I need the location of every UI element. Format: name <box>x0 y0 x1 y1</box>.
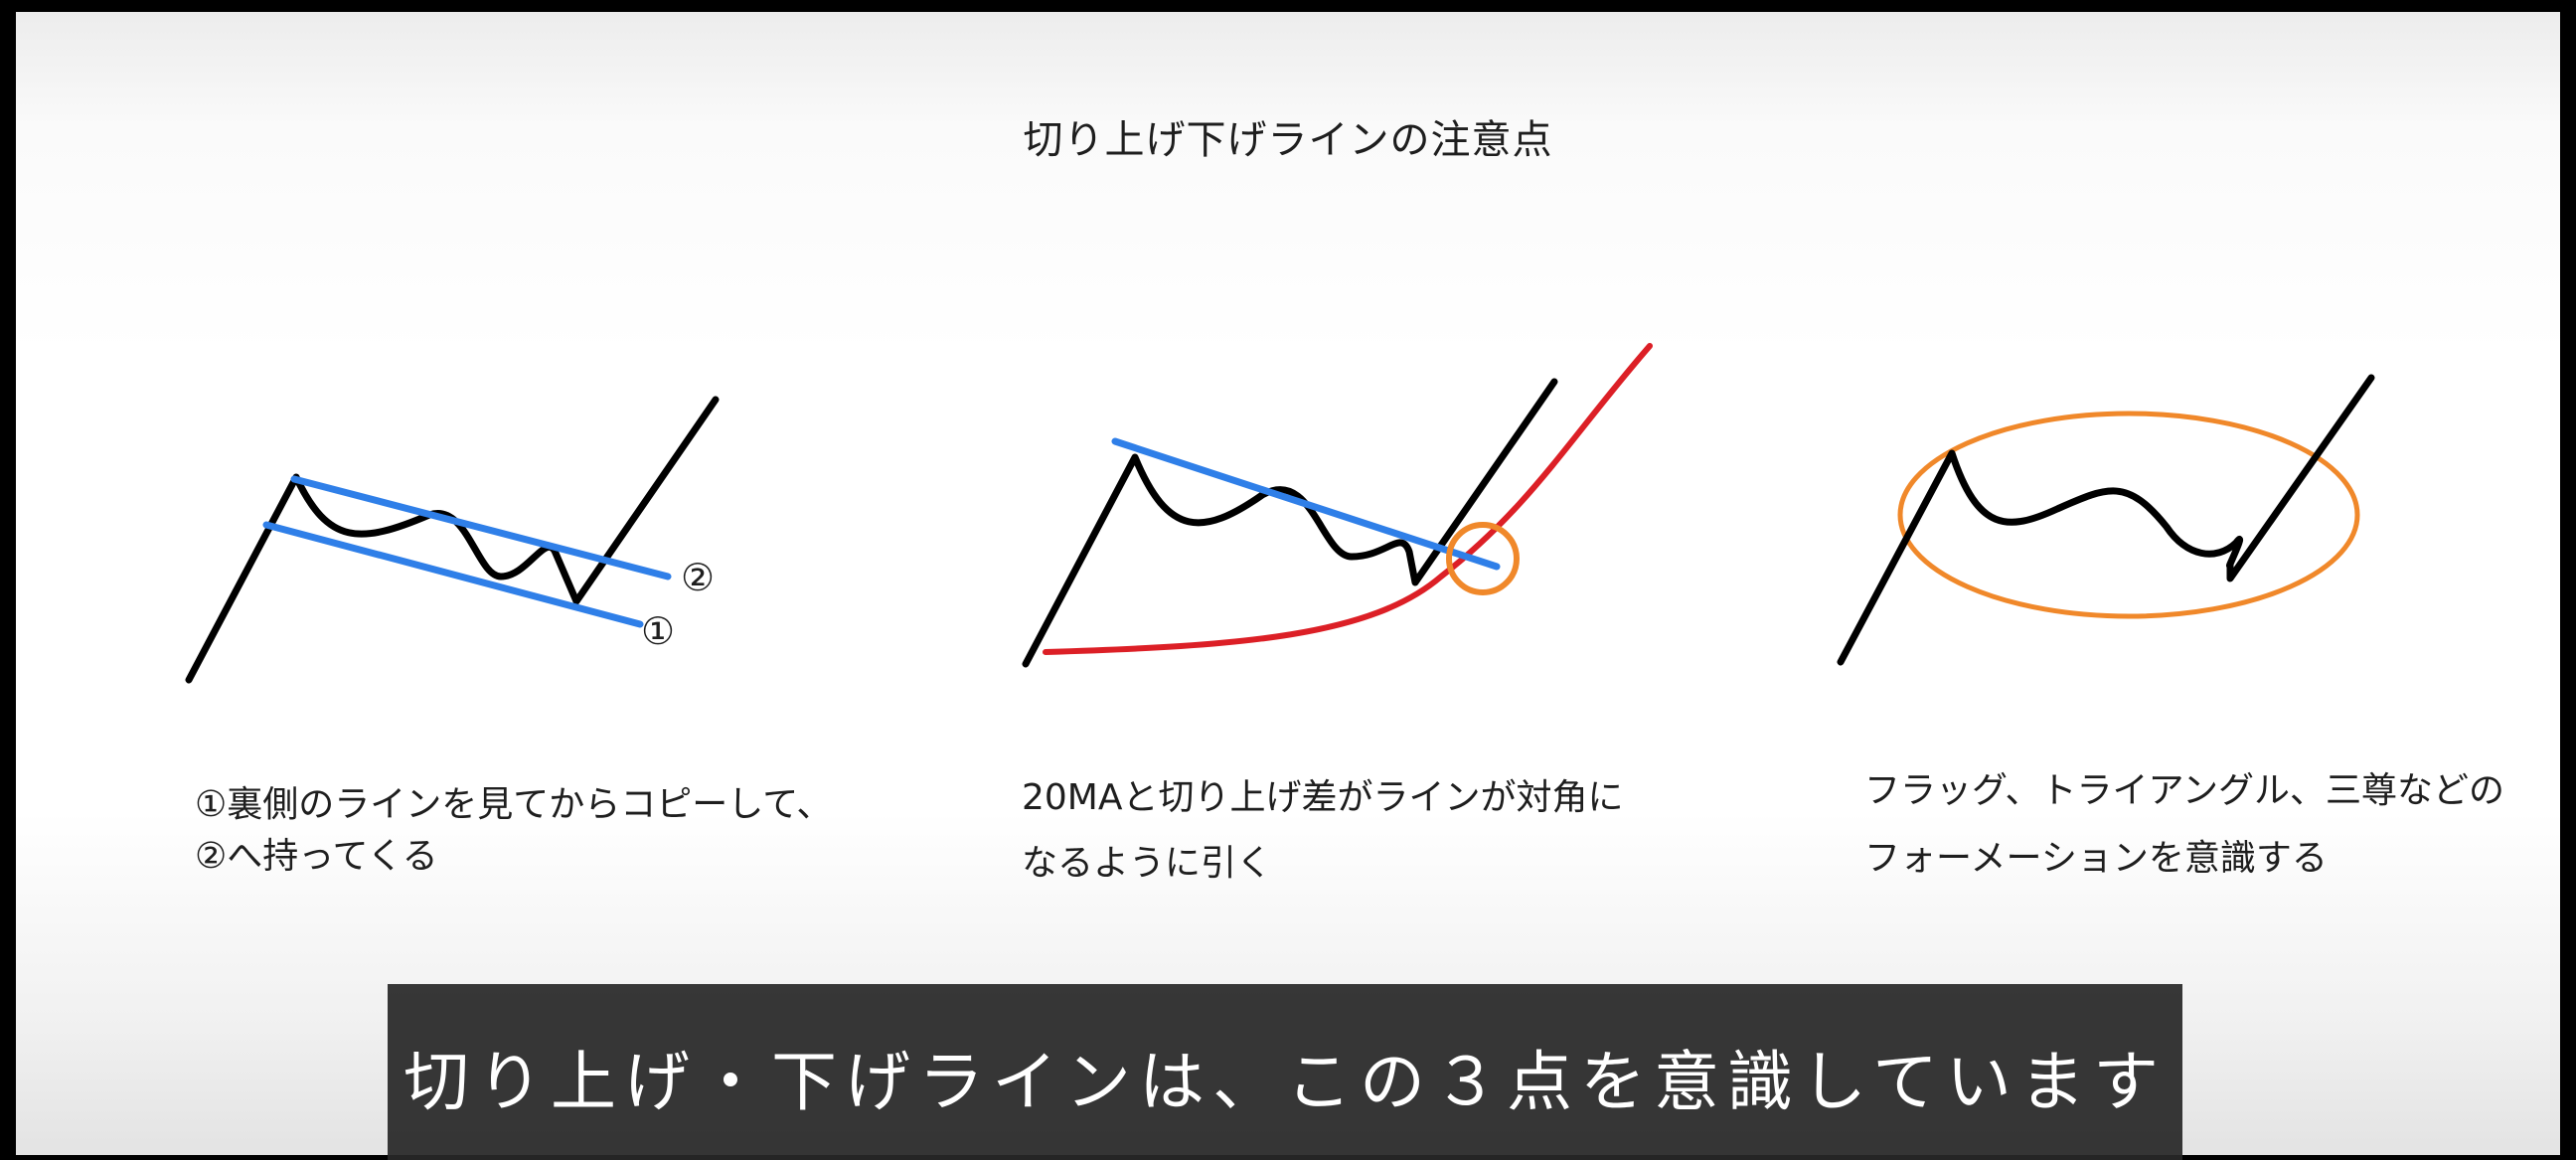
panel-2-diagram <box>1022 343 1653 668</box>
panel-3-diagram <box>1837 374 2375 666</box>
formation-highlight <box>1897 411 2360 619</box>
marker-1: ① <box>641 609 675 653</box>
resistance-line <box>1111 437 1501 571</box>
caption-3-line-1: フラッグ、トライアングル、三尊などの <box>1864 770 2505 811</box>
lower-channel-line <box>262 521 644 628</box>
subtitle-bar: 切り上げ・下げラインは、この３点を意識しています <box>388 984 2182 1160</box>
subtitle-text: 切り上げ・下げラインは、この３点を意識しています <box>402 1043 2168 1120</box>
marker-2: ② <box>681 556 715 599</box>
caption-1: ①裏側のラインを見てからコピーして、 ②へ持ってくる <box>195 779 832 883</box>
caption-2: 20MAと切り上げ差がラインが対角に なるように引く <box>1022 765 1624 897</box>
price-line-3 <box>1837 374 2375 666</box>
caption-2-line-1: 20MAと切り上げ差がラインが対角に <box>1022 777 1624 818</box>
caption-3-line-2: フォーメーションを意識する <box>1864 838 2328 879</box>
price-line-1 <box>185 396 720 684</box>
ma-curve <box>1043 343 1653 655</box>
caption-1-line-1: ①裏側のラインを見てからコピーして、 <box>195 784 833 825</box>
caption-2-line-2: なるように引く <box>1022 843 1273 884</box>
panel-1-diagram: ② ① <box>185 396 720 684</box>
caption-3: フラッグ、トライアングル、三尊などの フォーメーションを意識する <box>1864 757 2504 893</box>
caption-1-line-2: ②へ持ってくる <box>195 836 438 877</box>
